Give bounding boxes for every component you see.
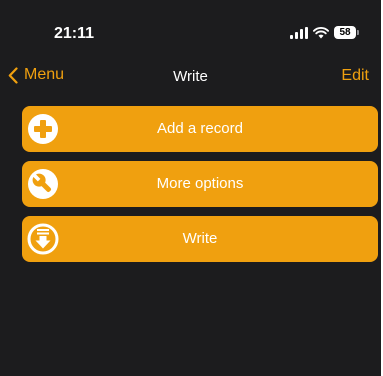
battery-icon: 58 bbox=[334, 26, 359, 39]
action-list: Add a record More options Write bbox=[22, 106, 378, 271]
write-button[interactable]: Write bbox=[22, 216, 378, 262]
status-bar: 21:11 58 bbox=[0, 0, 381, 60]
write-label: Write bbox=[182, 230, 218, 247]
battery-level: 58 bbox=[334, 26, 356, 39]
page-title: Write bbox=[173, 68, 208, 85]
status-time: 21:11 bbox=[54, 25, 95, 42]
more-options-button[interactable]: More options bbox=[22, 161, 378, 207]
more-options-label: More options bbox=[156, 175, 244, 192]
add-record-label: Add a record bbox=[157, 120, 243, 137]
navigation-bar: Menu Write Edit bbox=[0, 60, 381, 96]
edit-button[interactable]: Edit bbox=[341, 67, 369, 85]
status-icons: 58 bbox=[290, 26, 359, 39]
signal-icon bbox=[290, 26, 308, 39]
add-record-button[interactable]: Add a record bbox=[22, 106, 378, 152]
wifi-icon bbox=[313, 26, 329, 39]
app-screen: 21:11 58 Menu Write Edit Add a record Mo… bbox=[0, 0, 383, 376]
